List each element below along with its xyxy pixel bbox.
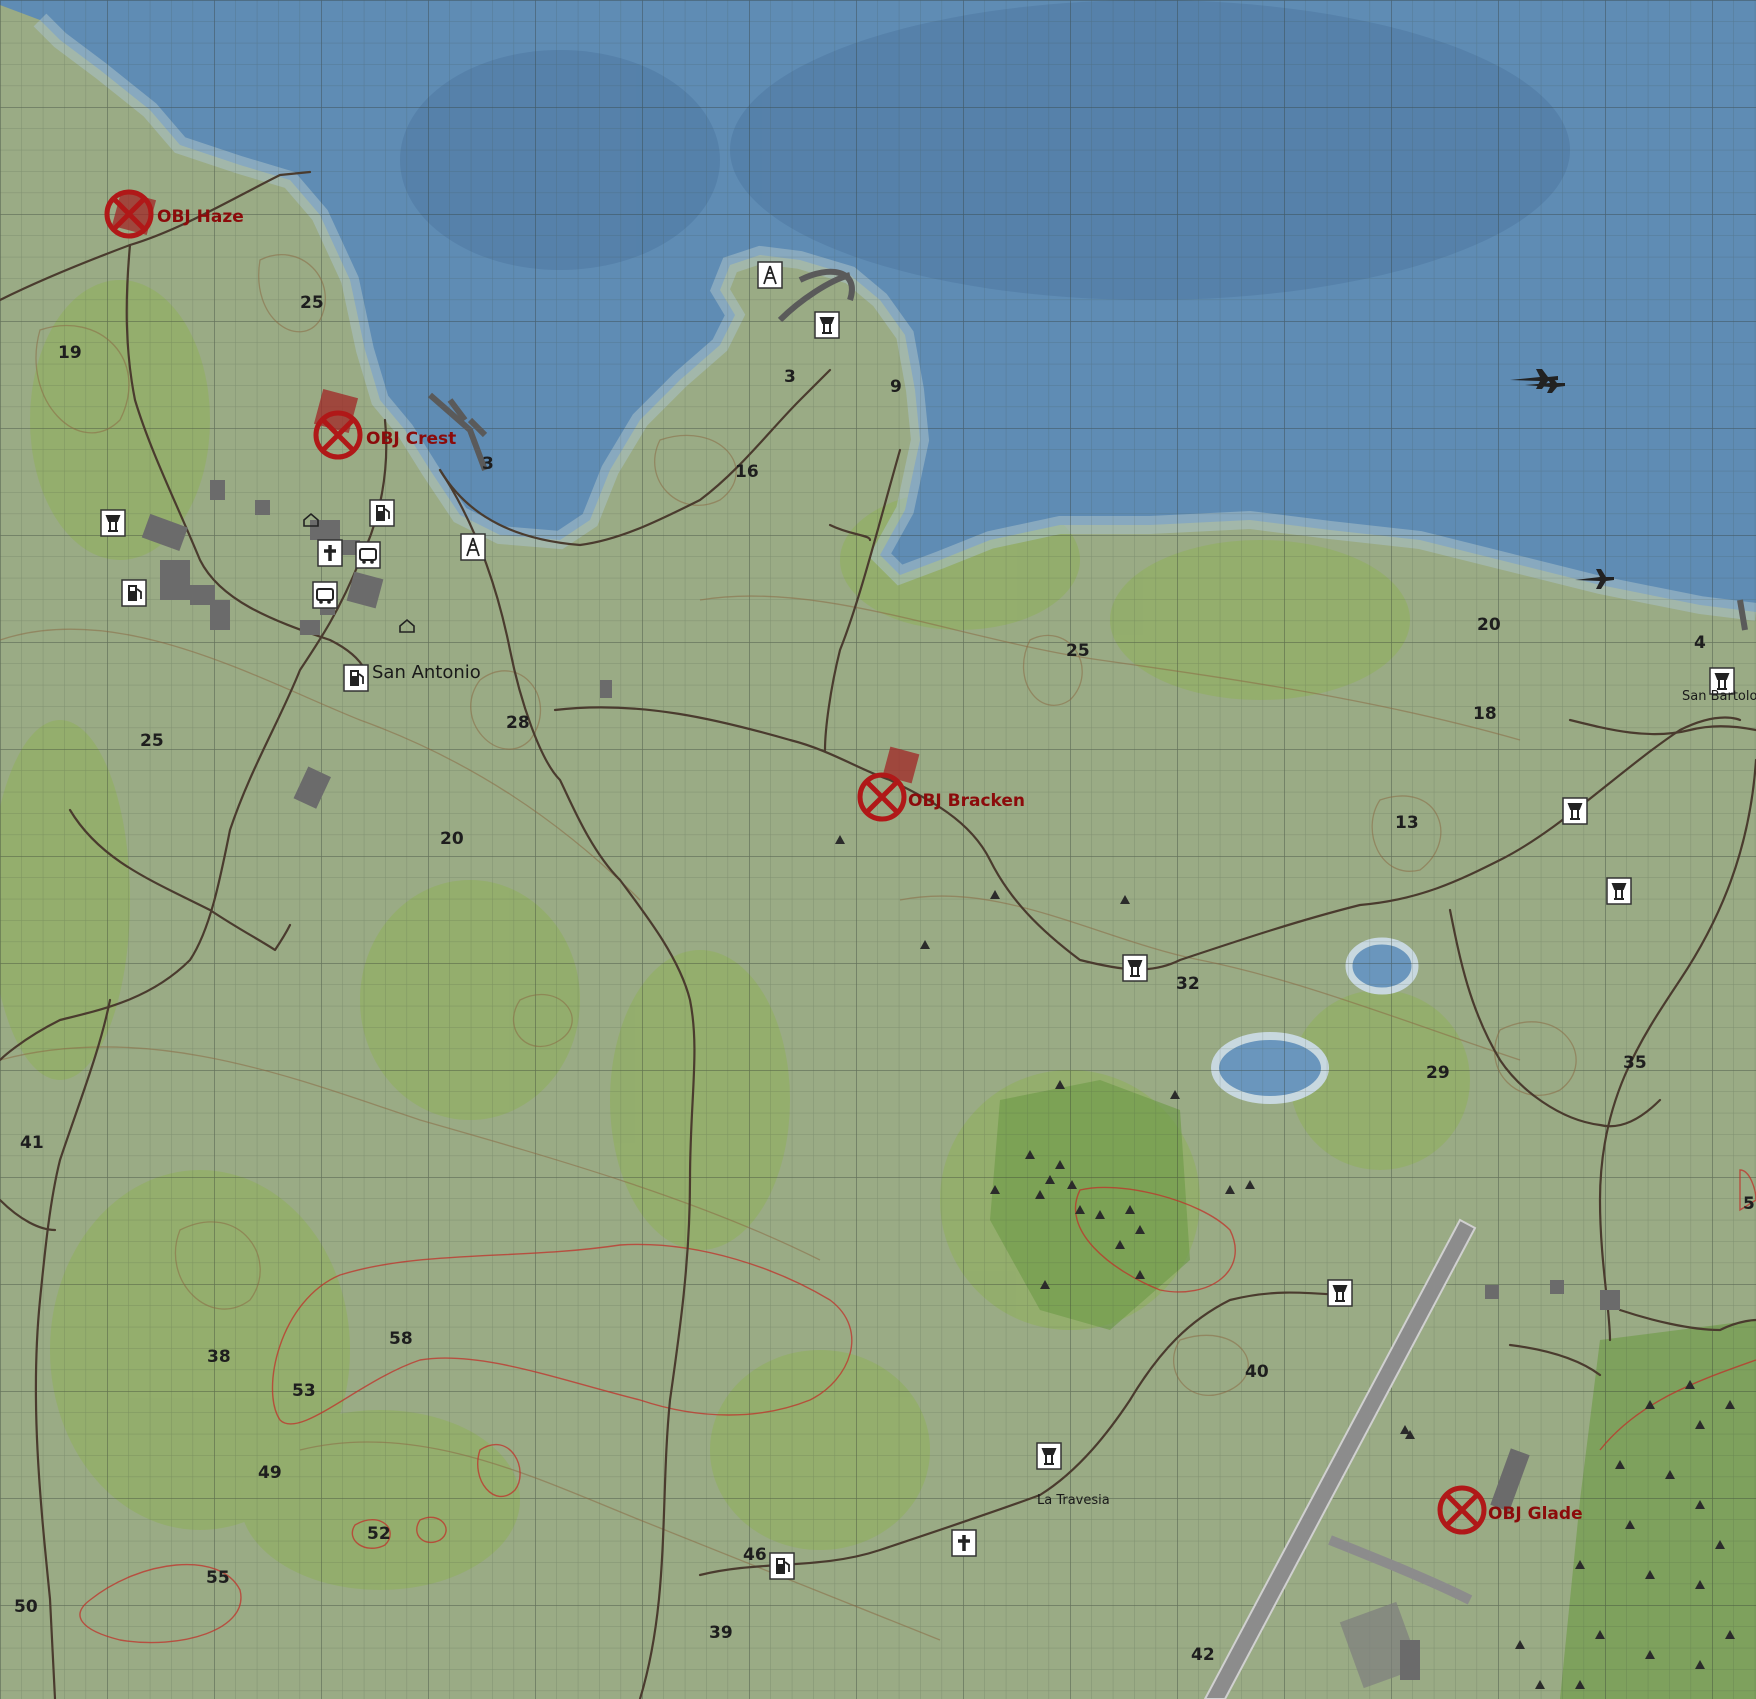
objective-label: OBJ Glade — [1488, 1504, 1583, 1524]
bus-icon[interactable] — [355, 541, 381, 569]
fuel-station-icon[interactable] — [343, 664, 369, 692]
elevation-label: 16 — [735, 462, 759, 482]
elevation-label: 5 — [1743, 1194, 1755, 1214]
hospital-cross-icon[interactable] — [951, 1529, 977, 1557]
elevation-label: 4 — [1694, 633, 1706, 653]
bus-icon[interactable] — [312, 581, 338, 609]
elevation-label: 41 — [20, 1133, 44, 1153]
elevation-label: 50 — [14, 1597, 38, 1617]
objective-label: OBJ Crest — [366, 429, 456, 449]
elevation-label: 20 — [1477, 615, 1501, 635]
watchtower-icon[interactable] — [100, 509, 126, 537]
elevation-label: 58 — [389, 1329, 413, 1349]
elevation-label: 52 — [367, 1524, 391, 1544]
watchtower-icon[interactable] — [1562, 797, 1588, 825]
elevation-label: 29 — [1426, 1063, 1450, 1083]
hospital-cross-icon[interactable] — [317, 539, 343, 567]
elevation-label: 35 — [1623, 1053, 1647, 1073]
elevation-label: 39 — [709, 1623, 733, 1643]
watchtower-icon[interactable] — [1036, 1442, 1062, 1470]
elevation-label: 38 — [207, 1347, 231, 1367]
elevation-label: 19 — [58, 343, 82, 363]
elevation-label: 25 — [1066, 641, 1090, 661]
elevation-label: 42 — [1191, 1645, 1215, 1665]
elevation-label: 32 — [1176, 974, 1200, 994]
watchtower-icon[interactable] — [1327, 1279, 1353, 1307]
elevation-label: 28 — [506, 713, 530, 733]
town-label-la-travesia: La Travesia — [1037, 1493, 1110, 1508]
elevation-label: 55 — [206, 1568, 230, 1588]
elevation-label: 13 — [1395, 813, 1419, 833]
town-label-san-bartolo: San Bartolo — [1682, 689, 1756, 704]
town-label-san-antonio: San Antonio — [372, 662, 481, 683]
elevation-label: 18 — [1473, 704, 1497, 724]
elevation-label: 9 — [890, 377, 902, 397]
elevation-label: 49 — [258, 1463, 282, 1483]
objective-label: OBJ Haze — [157, 207, 244, 227]
fuel-station-icon[interactable] — [769, 1552, 795, 1580]
elevation-label: 3 — [784, 367, 796, 387]
elevation-label: 3 — [482, 454, 494, 474]
fuel-station-icon[interactable] — [369, 499, 395, 527]
elevation-label: 20 — [440, 829, 464, 849]
map-grid-major — [0, 0, 1756, 1699]
tactical-map[interactable]: OBJ Haze OBJ Crest OBJ Bracken OBJ Glade… — [0, 0, 1756, 1699]
transmitter-tower-icon[interactable] — [460, 533, 486, 561]
elevation-label: 25 — [300, 293, 324, 313]
objective-label: OBJ Bracken — [908, 791, 1025, 811]
elevation-label: 53 — [292, 1381, 316, 1401]
transmitter-tower-icon[interactable] — [757, 261, 783, 289]
watchtower-icon[interactable] — [814, 311, 840, 339]
watchtower-icon[interactable] — [1122, 954, 1148, 982]
map-canvas: OBJ Haze OBJ Crest OBJ Bracken OBJ Glade… — [0, 0, 1756, 1699]
watchtower-icon[interactable] — [1606, 877, 1632, 905]
elevation-label: 46 — [743, 1545, 767, 1565]
elevation-label: 25 — [140, 731, 164, 751]
elevation-label: 40 — [1245, 1362, 1269, 1382]
fuel-station-icon[interactable] — [121, 579, 147, 607]
